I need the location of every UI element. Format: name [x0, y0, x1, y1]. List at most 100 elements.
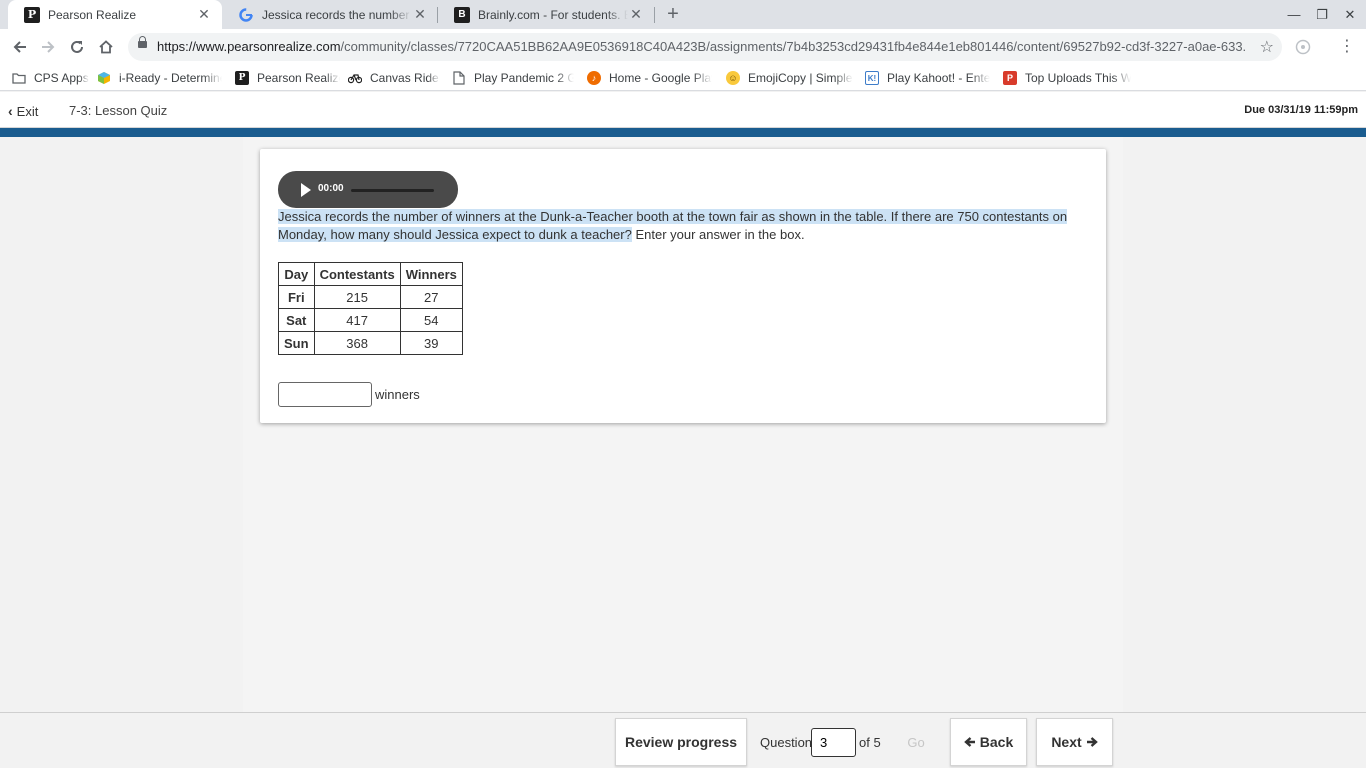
table-cell: 417: [313, 308, 401, 332]
music-icon: ♪: [587, 71, 601, 85]
table-cell: 54: [399, 308, 463, 332]
arrow-left-icon: [963, 737, 975, 747]
column-header: Day: [278, 262, 315, 286]
bookmark-google-play-music[interactable]: ♪ Home - Google Play: [587, 68, 712, 88]
bookmark-label: Home - Google Play: [609, 71, 712, 85]
bookmark-pearson-realize[interactable]: P Pearson Realize: [235, 68, 340, 88]
audio-player[interactable]: 00:00: [278, 171, 458, 208]
close-tab-icon[interactable]: ✕: [628, 6, 644, 23]
bookmark-label: EmojiCopy | Simple e: [748, 71, 853, 85]
bookmark-kahoot[interactable]: K! Play Kahoot! - Enter: [865, 68, 990, 88]
next-button[interactable]: Next: [1036, 718, 1113, 766]
due-date: Due 03/31/19 11:59pm: [1244, 104, 1358, 116]
tab-title: Jessica records the number of winners: [262, 7, 412, 22]
go-button[interactable]: Go: [893, 718, 939, 766]
review-progress-button[interactable]: Review progress: [615, 718, 747, 766]
column-header: Contestants: [313, 262, 401, 286]
folder-icon: [12, 71, 26, 85]
bookmark-label: CPS Apps: [34, 71, 89, 85]
new-tab-icon[interactable]: +: [662, 4, 684, 26]
table-cell: 368: [313, 331, 401, 355]
extension-icon[interactable]: [1294, 38, 1312, 56]
bookmark-pandemic[interactable]: Play Pandemic 2 Ga: [452, 68, 574, 88]
table-cell: 39: [399, 331, 463, 355]
bookmark-iready[interactable]: i-Ready - Determine Y: [97, 68, 222, 88]
bookmark-label: Top Uploads This W: [1025, 71, 1131, 85]
browser-tab-strip: P Pearson Realize ✕ Jessica records the …: [0, 0, 1366, 29]
pearson-favicon-icon: P: [24, 6, 40, 23]
next-label: Next: [1051, 734, 1082, 750]
audio-time: 00:00: [318, 183, 344, 194]
bookmark-top-uploads[interactable]: P Top Uploads This W: [1003, 68, 1131, 88]
forward-arrow-icon[interactable]: [36, 35, 60, 59]
tab-title: Pearson Realize: [48, 7, 137, 22]
quiz-header: ‹ Exit 7-3: Lesson Quiz Due 03/31/19 11:…: [0, 92, 1366, 128]
table-row: Fri 215 27: [278, 285, 463, 309]
audio-progress-track[interactable]: [351, 189, 434, 192]
lock-icon: [138, 36, 147, 48]
table-row: Sun 368 39: [278, 331, 463, 355]
answer-unit-label: winners: [375, 387, 420, 402]
tab-separator: [654, 7, 655, 23]
question-total-label: of 5: [859, 735, 881, 750]
data-table: Day Contestants Winners Fri 215 27 Sat 4…: [278, 262, 463, 355]
tab-brainly[interactable]: B Brainly.com - For students. By student…: [438, 0, 654, 29]
bookmark-label: Play Kahoot! - Enter: [887, 71, 990, 85]
tab-title: Brainly.com - For students. By students: [478, 7, 628, 22]
tab-jessica-search[interactable]: Jessica records the number of winners ✕: [222, 0, 438, 29]
minimize-icon[interactable]: —: [1280, 0, 1308, 29]
brainly-favicon-icon: B: [454, 6, 470, 23]
brand-bar: [0, 128, 1366, 137]
close-tab-icon[interactable]: ✕: [412, 6, 428, 23]
question-label: Question: [760, 735, 813, 750]
page-icon: [452, 71, 466, 85]
url-path: /community/classes/7720CAA51BB62AA9E0536…: [340, 39, 1247, 54]
tab-pearson-realize[interactable]: P Pearson Realize ✕: [8, 0, 222, 29]
emoji-icon: ☺: [726, 71, 740, 85]
reload-icon[interactable]: [65, 35, 89, 59]
answer-input[interactable]: [278, 382, 372, 407]
google-favicon-icon: [238, 7, 254, 23]
bookmark-canvas-rider[interactable]: Canvas Rider: [348, 68, 440, 88]
table-cell: Fri: [278, 285, 315, 309]
table-row: Sat 417 54: [278, 308, 463, 332]
bookmark-label: Canvas Rider: [370, 71, 440, 85]
home-icon[interactable]: [94, 35, 118, 59]
bike-icon: [348, 71, 362, 85]
bookmark-emojicopy[interactable]: ☺ EmojiCopy | Simple e: [726, 68, 853, 88]
bookmark-cps-apps[interactable]: CPS Apps: [12, 68, 90, 88]
browser-toolbar: https://www.pearsonrealize.com/community…: [0, 29, 1366, 65]
bookmark-label: Pearson Realize: [257, 71, 340, 85]
back-label: Back: [979, 734, 1014, 750]
back-arrow-icon[interactable]: [8, 35, 32, 59]
url-text: https://www.pearsonrealize.com/community…: [157, 39, 1247, 54]
quiz-footer: Review progress Question of 5 Go Back Ne…: [0, 712, 1366, 768]
question-number-input[interactable]: [811, 728, 856, 757]
exit-button[interactable]: ‹ Exit: [8, 103, 38, 119]
restore-icon[interactable]: ❐: [1308, 0, 1336, 29]
question-prompt: Jessica records the number of winners at…: [278, 208, 1068, 244]
play-icon[interactable]: [301, 183, 311, 197]
bookmark-star-icon[interactable]: ☆: [1260, 37, 1274, 57]
bookmark-label: i-Ready - Determine Y: [119, 71, 222, 85]
question-instruction: Enter your answer in the box.: [631, 227, 805, 242]
chevron-left-icon: ‹: [8, 103, 13, 119]
exit-label: Exit: [16, 103, 39, 119]
pearson-icon: P: [235, 71, 249, 85]
table-cell: 27: [399, 285, 463, 309]
p-red-icon: P: [1003, 71, 1017, 85]
table-header-row: Day Contestants Winners: [278, 262, 463, 286]
address-bar[interactable]: https://www.pearsonrealize.com/community…: [128, 33, 1282, 61]
kahoot-icon: K!: [865, 71, 879, 85]
back-button[interactable]: Back: [950, 718, 1027, 766]
table-cell: Sun: [278, 331, 315, 355]
close-window-icon[interactable]: ✕: [1336, 0, 1364, 29]
column-header: Winners: [399, 262, 463, 286]
table-cell: Sat: [278, 308, 315, 332]
question-card: 00:00 Jessica records the number of winn…: [260, 149, 1106, 423]
bookmarks-bar: CPS Apps i-Ready - Determine Y P Pearson…: [0, 65, 1366, 91]
close-tab-icon[interactable]: ✕: [196, 6, 212, 23]
browser-menu-icon[interactable]: ⋮: [1338, 35, 1356, 59]
page-title: 7-3: Lesson Quiz: [69, 103, 168, 118]
table-cell: 215: [313, 285, 401, 309]
